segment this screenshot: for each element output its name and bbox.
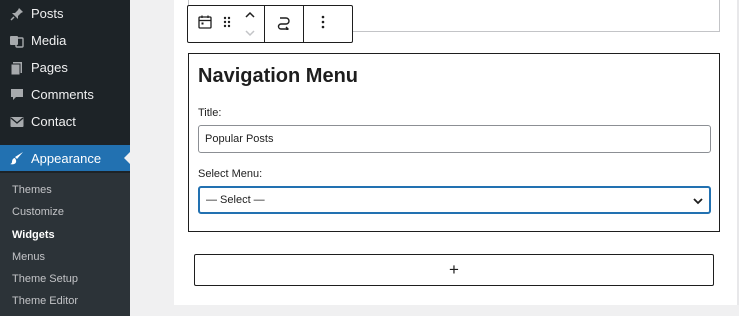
- toolbar-group-block: [188, 6, 265, 42]
- sidebar-item-label: Media: [31, 33, 67, 48]
- brush-icon: [9, 150, 25, 166]
- drag-handle-button[interactable]: [216, 6, 238, 42]
- sidebar-item-comments[interactable]: Comments: [0, 81, 130, 108]
- sidebar-item-label: Pages: [31, 60, 68, 75]
- sidebar-item-media[interactable]: Media: [0, 27, 130, 54]
- submenu-item-menus[interactable]: Menus: [12, 251, 45, 263]
- sidebar-item-label: Contact: [31, 114, 76, 129]
- move-down-icon[interactable]: [244, 24, 256, 42]
- move-up-icon[interactable]: [244, 6, 256, 24]
- move-buttons: [238, 6, 262, 42]
- add-block-button[interactable]: +: [194, 254, 714, 286]
- mail-icon: [9, 114, 25, 130]
- submenu-item-customize[interactable]: Customize: [12, 206, 64, 218]
- title-label: Title:: [198, 107, 222, 119]
- submenu-item-theme-editor[interactable]: Theme Editor: [12, 295, 78, 307]
- toolbar-group-transform: [265, 6, 304, 42]
- active-indicator: [124, 152, 130, 164]
- transform-icon: [276, 14, 292, 35]
- select-menu-label: Select Menu:: [198, 168, 263, 180]
- comment-icon: [9, 87, 25, 103]
- sidebar-item-label: Appearance: [31, 150, 102, 166]
- widget-title: Navigation Menu: [198, 65, 359, 87]
- sidebar-item-contact[interactable]: Contact: [0, 108, 130, 135]
- transform-button[interactable]: [273, 6, 295, 42]
- admin-sidebar: Posts Media Pages Comments Contact Appea…: [0, 0, 130, 316]
- toolbar-group-more: [304, 6, 342, 42]
- title-input[interactable]: [198, 125, 711, 153]
- drag-handle-icon: [222, 15, 232, 34]
- sidebar-item-label: Posts: [31, 6, 64, 21]
- calendar-icon: [198, 15, 212, 34]
- sidebar-item-pages[interactable]: Pages: [0, 54, 130, 81]
- submenu-item-theme-setup[interactable]: Theme Setup: [12, 273, 78, 285]
- sidebar-item-label: Comments: [31, 87, 94, 102]
- submenu-item-themes[interactable]: Themes: [12, 184, 52, 196]
- more-options-button[interactable]: [312, 6, 334, 42]
- select-menu-dropdown[interactable]: — Select —: [198, 186, 711, 214]
- more-options-icon: [321, 15, 325, 34]
- plus-icon: +: [449, 260, 459, 279]
- appearance-submenu: Themes Customize Widgets Menus Theme Set…: [0, 173, 130, 316]
- pin-icon: [9, 6, 25, 22]
- pages-icon: [9, 60, 25, 76]
- navigation-menu-widget[interactable]: Navigation Menu Title: Select Menu: — Se…: [188, 53, 720, 232]
- chevron-down-icon: [693, 196, 703, 208]
- sidebar-item-appearance[interactable]: Appearance: [0, 145, 130, 171]
- submenu-item-widgets[interactable]: Widgets: [12, 229, 55, 241]
- sidebar-item-posts[interactable]: Posts: [0, 0, 130, 27]
- media-icon: [9, 33, 25, 49]
- block-type-button[interactable]: [194, 6, 216, 42]
- select-value: — Select —: [206, 194, 265, 206]
- block-toolbar: [187, 5, 353, 43]
